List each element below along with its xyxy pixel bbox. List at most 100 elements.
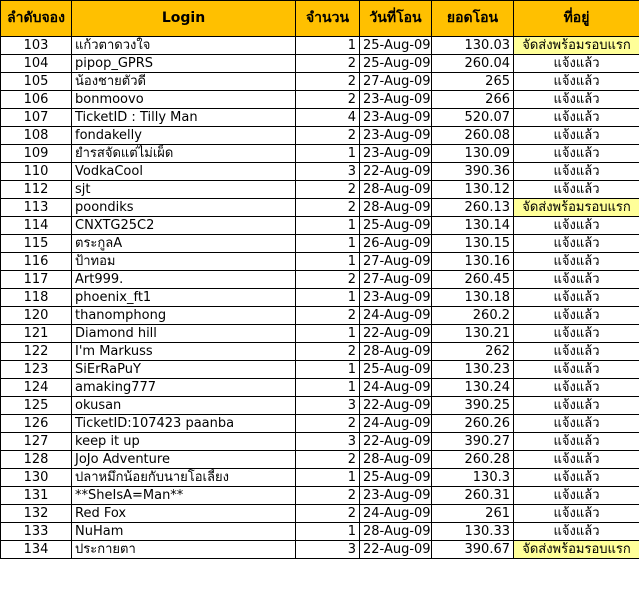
- quantity-cell: 2: [295, 342, 360, 361]
- booking-no-cell: 116: [0, 252, 72, 271]
- transfer-amount-cell: 130.16: [431, 252, 514, 271]
- transfer-amount-cell: 261: [431, 504, 514, 523]
- login-cell: ปลาหมึกน้อยกับนายโอเลี้ยง: [71, 468, 296, 487]
- transfer-amount-cell: 130.21: [431, 324, 514, 343]
- transfer-amount-cell: 130.12: [431, 180, 514, 199]
- table-row: 133 NuHam 1 28-Aug-09 130.33 แจ้งแล้ว: [0, 522, 639, 541]
- transfer-date-cell: 23-Aug-09: [359, 90, 432, 109]
- login-cell: pipop_GPRS: [71, 54, 296, 73]
- transfer-date-cell: 23-Aug-09: [359, 486, 432, 505]
- transfer-amount-cell: 265: [431, 72, 514, 91]
- quantity-cell: 3: [295, 540, 360, 559]
- address-status-cell: แจ้งแล้ว: [513, 522, 639, 541]
- quantity-cell: 3: [295, 432, 360, 451]
- address-status-cell: แจ้งแล้ว: [513, 162, 639, 181]
- booking-no-cell: 130: [0, 468, 72, 487]
- transfer-amount-cell: 266: [431, 90, 514, 109]
- transfer-amount-cell: 390.25: [431, 396, 514, 415]
- booking-table: ลำดับจอง Login จำนวน วันที่โอน ยอดโอน ที…: [0, 0, 639, 559]
- quantity-cell: 1: [295, 522, 360, 541]
- address-status-cell: แจ้งแล้ว: [513, 54, 639, 73]
- address-status-cell: แจ้งแล้ว: [513, 396, 639, 415]
- table-row: 132 Red Fox 2 24-Aug-09 261 แจ้งแล้ว: [0, 504, 639, 523]
- booking-no-cell: 131: [0, 486, 72, 505]
- table-row: 120 thanomphong 2 24-Aug-09 260.2 แจ้งแล้ว: [0, 306, 639, 325]
- table-row: 115 ตระกูลA 1 26-Aug-09 130.15 แจ้งแล้ว: [0, 234, 639, 253]
- login-cell: SiErRaPuY: [71, 360, 296, 379]
- transfer-amount-cell: 130.14: [431, 216, 514, 235]
- login-cell: fondakelly: [71, 126, 296, 145]
- transfer-date-cell: 28-Aug-09: [359, 522, 432, 541]
- address-status-cell: แจ้งแล้ว: [513, 126, 639, 145]
- transfer-date-cell: 25-Aug-09: [359, 360, 432, 379]
- transfer-date-cell: 25-Aug-09: [359, 36, 432, 55]
- address-status-cell: แจ้งแล้ว: [513, 468, 639, 487]
- login-cell: NuHam: [71, 522, 296, 541]
- quantity-cell: 2: [295, 54, 360, 73]
- transfer-amount-cell: 260.31: [431, 486, 514, 505]
- transfer-amount-cell: 130.18: [431, 288, 514, 307]
- booking-no-cell: 134: [0, 540, 72, 559]
- table-row: 117 Art999. 2 27-Aug-09 260.45 แจ้งแล้ว: [0, 270, 639, 289]
- transfer-date-cell: 24-Aug-09: [359, 504, 432, 523]
- address-status-cell: แจ้งแล้ว: [513, 288, 639, 307]
- table-row: 123 SiErRaPuY 1 25-Aug-09 130.23 แจ้งแล้ว: [0, 360, 639, 379]
- booking-no-cell: 113: [0, 198, 72, 217]
- login-cell: ยำรสจัดแต่ไม่เผ็ด: [71, 144, 296, 163]
- login-cell: VodkaCool: [71, 162, 296, 181]
- transfer-amount-cell: 260.08: [431, 126, 514, 145]
- booking-no-cell: 108: [0, 126, 72, 145]
- address-status-cell: แจ้งแล้ว: [513, 90, 639, 109]
- quantity-cell: 2: [295, 180, 360, 199]
- quantity-cell: 1: [295, 360, 360, 379]
- login-cell: Diamond hill: [71, 324, 296, 343]
- login-cell: น้องชายตัวดี: [71, 72, 296, 91]
- booking-no-cell: 114: [0, 216, 72, 235]
- table-row: 114 CNXTG25C2 1 25-Aug-09 130.14 แจ้งแล้ว: [0, 216, 639, 235]
- quantity-cell: 1: [295, 324, 360, 343]
- table-row: 110 VodkaCool 3 22-Aug-09 390.36 แจ้งแล้ว: [0, 162, 639, 181]
- address-status-cell: จัดส่งพร้อมรอบแรก: [513, 198, 639, 217]
- table-row: 113 poondiks 2 28-Aug-09 260.13 จัดส่งพร้อมรอ…: [0, 198, 639, 217]
- quantity-cell: 1: [295, 36, 360, 55]
- quantity-cell: 1: [295, 378, 360, 397]
- address-status-cell: จัดส่งพร้อมรอบแรก: [513, 540, 639, 559]
- quantity-cell: 1: [295, 234, 360, 253]
- address-status-cell: แจ้งแล้ว: [513, 342, 639, 361]
- login-cell: ประกายตา: [71, 540, 296, 559]
- booking-no-cell: 109: [0, 144, 72, 163]
- transfer-date-cell: 26-Aug-09: [359, 234, 432, 253]
- login-cell: **SheIsA=Man**: [71, 486, 296, 505]
- login-cell: sjt: [71, 180, 296, 199]
- transfer-amount-cell: 260.28: [431, 450, 514, 469]
- booking-no-cell: 127: [0, 432, 72, 451]
- transfer-amount-cell: 390.36: [431, 162, 514, 181]
- login-cell: thanomphong: [71, 306, 296, 325]
- transfer-date-cell: 28-Aug-09: [359, 180, 432, 199]
- transfer-date-cell: 24-Aug-09: [359, 414, 432, 433]
- address-status-cell: แจ้งแล้ว: [513, 414, 639, 433]
- transfer-date-cell: 22-Aug-09: [359, 396, 432, 415]
- transfer-amount-cell: 260.26: [431, 414, 514, 433]
- quantity-cell: 1: [295, 144, 360, 163]
- header-booking-no: ลำดับจอง: [0, 0, 72, 37]
- login-cell: I'm Markuss: [71, 342, 296, 361]
- table-row: 125 okusan 3 22-Aug-09 390.25 แจ้งแล้ว: [0, 396, 639, 415]
- booking-no-cell: 125: [0, 396, 72, 415]
- table-row: 130 ปลาหมึกน้อยกับนายโอเลี้ยง 1 25-Aug-09 13…: [0, 468, 639, 487]
- address-status-cell: แจ้งแล้ว: [513, 180, 639, 199]
- address-status-cell: แจ้งแล้ว: [513, 378, 639, 397]
- login-cell: Art999.: [71, 270, 296, 289]
- header-transfer-date: วันที่โอน: [359, 0, 432, 37]
- address-status-cell: แจ้งแล้ว: [513, 108, 639, 127]
- transfer-amount-cell: 520.07: [431, 108, 514, 127]
- table-row: 106 bonmoovo 2 23-Aug-09 266 แจ้งแล้ว: [0, 90, 639, 109]
- quantity-cell: 2: [295, 90, 360, 109]
- quantity-cell: 1: [295, 252, 360, 271]
- login-cell: phoenix_ft1: [71, 288, 296, 307]
- transfer-date-cell: 27-Aug-09: [359, 252, 432, 271]
- table-row: 104 pipop_GPRS 2 25-Aug-09 260.04 แจ้งแล้ว: [0, 54, 639, 73]
- login-cell: แก้วตาดวงใจ: [71, 36, 296, 55]
- transfer-date-cell: 25-Aug-09: [359, 216, 432, 235]
- table-row: 108 fondakelly 2 23-Aug-09 260.08 แจ้งแล้ว: [0, 126, 639, 145]
